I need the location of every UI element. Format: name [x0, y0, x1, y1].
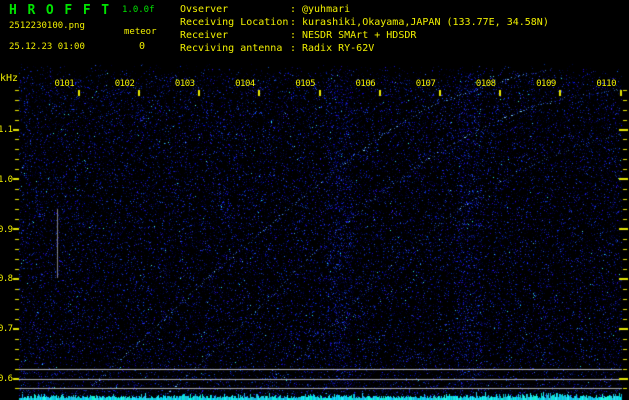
time-axis-tick-label: 0108 [475, 79, 496, 89]
station-info-value: Radix RY-62V [302, 43, 375, 54]
freq-axis-unit: kHz [0, 73, 19, 84]
station-info-row: Ovserver: @yuhmari [180, 3, 626, 16]
time-axis-tick-label: 0106 [355, 79, 376, 89]
observation-datetime: 25.12.23 01:00 [9, 42, 85, 52]
app-title: H R O F F T [9, 3, 111, 18]
spectrogram-canvas [0, 0, 629, 400]
colon-separator: : [290, 30, 297, 41]
time-axis-tick-label: 0103 [174, 79, 195, 89]
station-info-label: Ovserver [180, 4, 229, 15]
station-info-label: Receiver [180, 30, 229, 41]
app-version: 1.0.0f [122, 5, 155, 15]
time-axis-tick-label: 0101 [54, 79, 75, 89]
station-info-row: Recviving antenna: Radix RY-62V [180, 42, 626, 55]
station-info-label: Recviving antenna [180, 43, 283, 54]
freq-axis-tick-label: 0.6 [0, 374, 13, 384]
station-info-value: @yuhmari [302, 4, 351, 15]
time-axis-tick-label: 0109 [536, 79, 556, 89]
time-axis-tick-label: 0107 [415, 79, 436, 89]
output-filename: 2512230100.png [9, 21, 85, 31]
time-axis-tick-label: 0110 [596, 79, 616, 89]
freq-axis-tick-label: 1.0 [0, 174, 13, 185]
time-axis-tick-label: 0102 [114, 79, 135, 89]
freq-axis-tick-label: 0.7 [0, 324, 13, 335]
station-info-block: Ovserver: @yuhmari Receiving Location: kura… [180, 3, 626, 55]
colon-separator: : [290, 43, 297, 54]
freq-axis-tick-label: 0.9 [0, 224, 13, 235]
station-info-row: Receiving Location: kurashiki,Okayama,JAP… [180, 16, 626, 29]
hrofft-window: H R O F F T 1.0.0f 2512230100.png meteor… [0, 0, 629, 400]
colon-separator: : [290, 17, 297, 28]
station-info-value: NESDR SMArt + HDSDR [302, 30, 417, 41]
station-info-value: kurashiki,Okayama,JAPAN (133.77E, 34.58N… [302, 17, 549, 28]
freq-axis-tick-label: 1.1 [0, 125, 13, 135]
colon-separator: : [290, 4, 297, 15]
station-info-label: Receiving Location [180, 17, 289, 28]
meteor-count: 0 [139, 41, 146, 52]
time-axis-tick-label: 0104 [235, 79, 255, 89]
station-info-row: Receiver: NESDR SMArt + HDSDR [180, 29, 626, 42]
time-axis-tick-label: 0105 [295, 79, 315, 89]
freq-axis-tick-label: 0.8 [0, 274, 13, 285]
mode-label: meteor [124, 27, 157, 37]
